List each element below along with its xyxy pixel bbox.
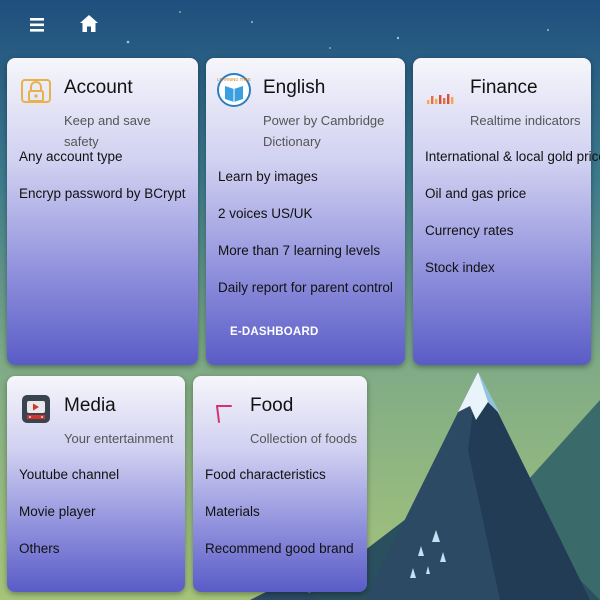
media-feature-list: Youtube channel Movie player Others [19, 465, 119, 576]
finance-feature-list: International & local gold price Oil and… [425, 147, 600, 295]
finance-subtitle: Realtime indicators [470, 113, 581, 128]
media-player-icon [19, 392, 53, 426]
food-icon [205, 392, 239, 426]
hamburger-menu-icon[interactable] [28, 16, 48, 34]
media-feature-item[interactable]: Movie player [19, 502, 119, 539]
logo-text: LEARNING TREE [217, 77, 251, 82]
food-feature-list: Food characteristics Materials Recommend… [205, 465, 354, 576]
english-card[interactable]: LEARNING TREE English Power by Cambridge… [206, 58, 405, 365]
english-subtitle: Power by Cambridge Dictionary [263, 113, 385, 149]
account-subtitle: Keep and save safety [64, 113, 151, 149]
food-title: Food [250, 395, 294, 416]
media-feature-item[interactable]: Youtube channel [19, 465, 119, 502]
finance-feature-item[interactable]: Stock index [425, 258, 600, 295]
home-icon[interactable] [78, 13, 100, 35]
top-bar [0, 0, 600, 50]
food-subtitle: Collection of foods [250, 431, 357, 446]
finance-feature-item[interactable]: Oil and gas price [425, 184, 600, 221]
account-feature-item[interactable]: Encryp password by BCrypt [19, 184, 186, 221]
food-card[interactable]: Food Collection of foods Food characteri… [193, 376, 367, 592]
lock-icon [19, 74, 53, 108]
media-feature-item[interactable]: Others [19, 539, 119, 576]
finance-card[interactable]: Finance Realtime indicators Internationa… [413, 58, 600, 365]
english-title: English [263, 77, 326, 98]
finance-feature-item[interactable]: International & local gold price [425, 147, 600, 184]
food-feature-item[interactable]: Materials [205, 502, 354, 539]
food-feature-item[interactable]: Food characteristics [205, 465, 354, 502]
media-title: Media [64, 395, 116, 416]
account-title: Account [64, 77, 133, 98]
media-card[interactable]: Media Your entertainment Youtube channel… [7, 376, 185, 592]
english-feature-item[interactable]: Learn by images [218, 167, 393, 204]
english-logo-icon: LEARNING TREE [216, 72, 252, 108]
food-feature-item[interactable]: Recommend good brand [205, 539, 354, 576]
english-feature-item[interactable]: 2 voices US/UK [218, 204, 393, 241]
english-feature-item[interactable]: More than 7 learning levels [218, 241, 393, 278]
finance-feature-item[interactable]: Currency rates [425, 221, 600, 258]
account-feature-item[interactable]: Any account type [19, 147, 186, 184]
e-dashboard-button[interactable]: E-DASHBOARD [230, 326, 318, 338]
bar-chart-icon [425, 74, 459, 108]
english-feature-item[interactable]: Daily report for parent control [218, 278, 393, 315]
english-feature-list: Learn by images 2 voices US/UK More than… [218, 167, 393, 315]
account-card[interactable]: Account Keep and save safety Any account… [7, 58, 198, 365]
account-feature-list: Any account type Encryp password by BCry… [19, 147, 186, 221]
finance-title: Finance [470, 77, 538, 98]
media-subtitle: Your entertainment [64, 431, 174, 446]
